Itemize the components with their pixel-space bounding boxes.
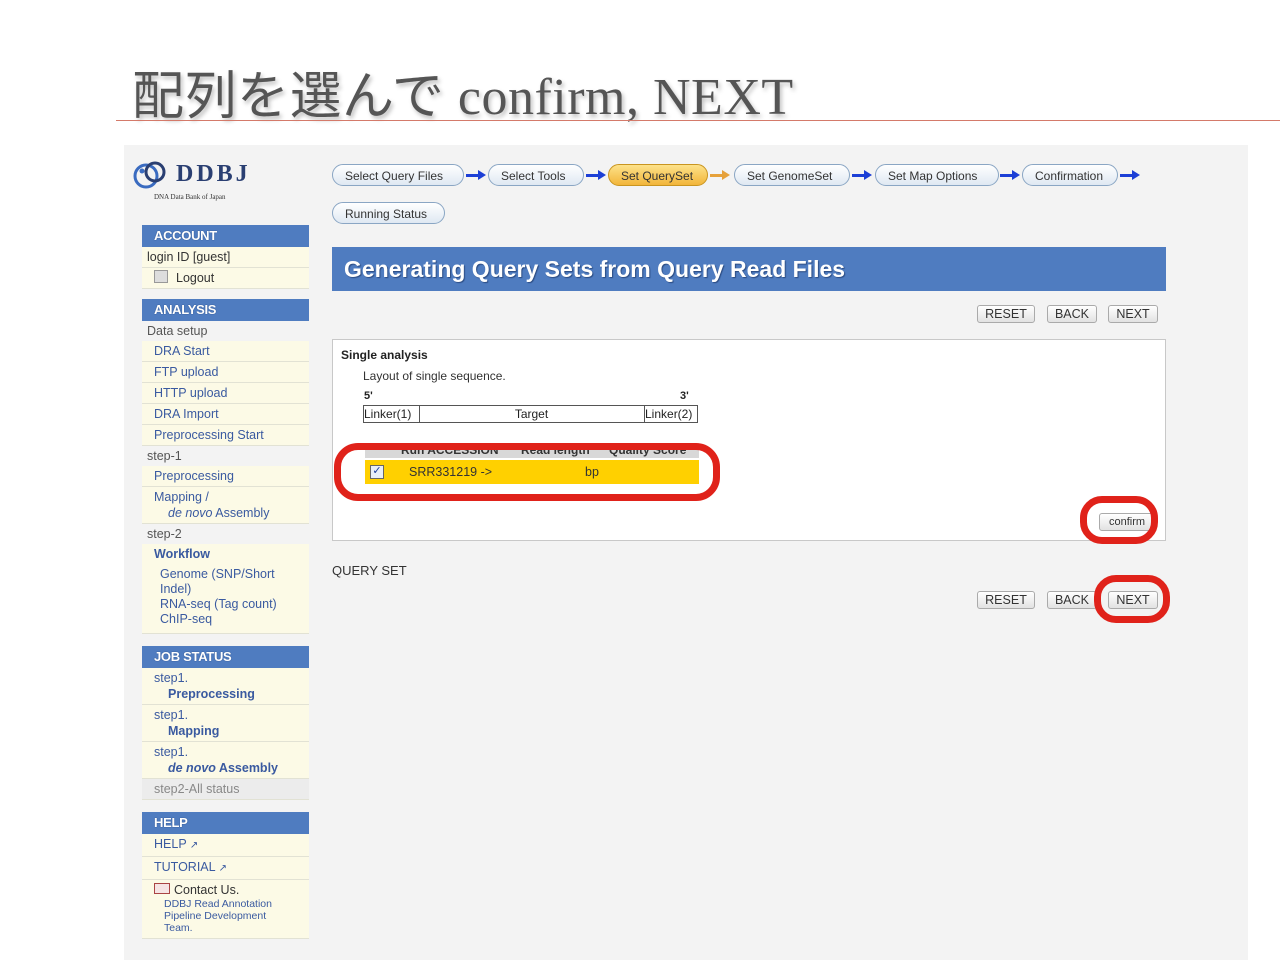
- slide-title: 配列を選んで confirm, NEXT: [132, 69, 794, 126]
- external-link-icon: ↗: [189, 840, 199, 851]
- job-status-mapping[interactable]: step1. Mapping: [142, 705, 309, 742]
- login-id: login ID [guest]: [142, 247, 309, 268]
- job-step: step1.: [154, 708, 189, 722]
- step-set-queryset[interactable]: Set QuerySet: [608, 164, 708, 186]
- sidebar-item-help[interactable]: HELP ↗: [142, 834, 309, 857]
- sidebar-item-dra-import[interactable]: DRA Import: [142, 404, 309, 425]
- query-set-label: QUERY SET: [332, 563, 407, 578]
- highlight-ring-confirm: [1080, 496, 1158, 544]
- step-arrow: [586, 170, 606, 180]
- mail-icon: [154, 883, 170, 894]
- linker1-label: Linker(1): [364, 406, 420, 422]
- job-step: step1.: [154, 671, 189, 685]
- step-running-status[interactable]: Running Status: [332, 202, 445, 224]
- sidebar-item-tutorial[interactable]: TUTORIAL ↗: [142, 857, 309, 880]
- step-2-label: step-2: [142, 524, 309, 544]
- sidebar-item-preprocessing-start[interactable]: Preprocessing Start: [142, 425, 309, 446]
- logo-subtitle: DNA Data Bank of Japan: [154, 193, 226, 201]
- step-arrow: [1000, 170, 1020, 180]
- step-select-query-files[interactable]: Select Query Files: [332, 164, 464, 186]
- sequence-layout: Linker(1) Target Linker(2): [363, 405, 698, 423]
- five-prime-label: 5': [364, 390, 373, 402]
- data-setup-label: Data setup: [142, 321, 309, 341]
- reset-button-bottom[interactable]: RESET: [977, 591, 1035, 609]
- job-denovo: de novo: [168, 761, 216, 775]
- help-heading: HELP: [142, 812, 309, 834]
- single-analysis-description: Layout of single sequence.: [363, 369, 506, 383]
- ddbj-logo-mark-icon: [133, 161, 166, 189]
- contact-team: DDBJ Read Annotation Pipeline Developmen…: [164, 898, 272, 934]
- reset-button[interactable]: RESET: [977, 305, 1035, 323]
- three-prime-label: 3': [680, 390, 689, 402]
- workflow-chipseq[interactable]: ChIP-seq: [154, 612, 309, 627]
- workflow-genome[interactable]: Genome (SNP/Short Indel): [154, 567, 309, 597]
- single-analysis-title: Single analysis: [341, 348, 428, 362]
- job-step: step1.: [154, 745, 189, 759]
- analysis-heading: ANALYSIS: [142, 299, 309, 321]
- sidebar-item-preprocessing[interactable]: Preprocessing: [142, 466, 309, 487]
- sidebar-item-workflow[interactable]: Workflow Genome (SNP/Short Indel) RNA-se…: [142, 544, 309, 634]
- job-assembly: Assembly: [215, 761, 278, 775]
- step-set-map-options[interactable]: Set Map Options: [875, 164, 999, 186]
- sidebar: ACCOUNT login ID [guest] Logout ANALYSIS…: [142, 225, 309, 939]
- sidebar-item-http-upload[interactable]: HTTP upload: [142, 383, 309, 404]
- ddbj-screenshot: DDBJ DNA Data Bank of Japan ACCOUNT logi…: [124, 145, 1248, 960]
- step-confirmation[interactable]: Confirmation: [1022, 164, 1118, 186]
- contact-label: Contact Us.: [174, 883, 240, 897]
- highlight-ring-next: [1094, 575, 1170, 623]
- mapping-assembly: Assembly: [212, 506, 270, 520]
- highlight-ring-row: [334, 443, 720, 501]
- single-analysis-panel: Single analysis Layout of single sequenc…: [332, 339, 1166, 541]
- step-set-genomeset[interactable]: Set GenomeSet: [734, 164, 850, 186]
- step-arrow: [852, 170, 872, 180]
- step-arrow: [1120, 170, 1140, 180]
- tutorial-label: TUTORIAL: [154, 860, 216, 874]
- help-label: HELP: [154, 837, 187, 851]
- mapping-label: Mapping /: [154, 490, 209, 504]
- job-status-all[interactable]: step2-All status: [142, 779, 309, 800]
- step-arrow-active: [710, 170, 730, 180]
- mapping-denovo: de novo: [168, 506, 213, 520]
- workflow-label: Workflow: [154, 547, 211, 561]
- step-arrow: [466, 170, 486, 180]
- linker2-label: Linker(2): [644, 406, 698, 422]
- job-status-preprocessing[interactable]: step1. Preprocessing: [142, 668, 309, 705]
- account-heading: ACCOUNT: [142, 225, 309, 247]
- sidebar-item-dra-start[interactable]: DRA Start: [142, 341, 309, 362]
- job-status-heading: JOB STATUS: [142, 646, 309, 668]
- sidebar-item-ftp-upload[interactable]: FTP upload: [142, 362, 309, 383]
- target-label: Target: [514, 407, 549, 421]
- external-link-icon: ↗: [218, 863, 227, 874]
- next-button[interactable]: NEXT: [1108, 305, 1158, 323]
- step-1-label: step-1: [142, 446, 309, 466]
- title-divider: [116, 120, 1280, 121]
- logout-icon: [154, 270, 168, 283]
- back-button-bottom[interactable]: BACK: [1047, 591, 1097, 609]
- back-button[interactable]: BACK: [1047, 305, 1097, 323]
- sidebar-item-mapping[interactable]: Mapping / de novo Assembly: [142, 487, 309, 524]
- logout-label: Logout: [176, 271, 215, 285]
- job-status-assembly[interactable]: step1. de novo Assembly: [142, 742, 309, 779]
- page-title: Generating Query Sets from Query Read Fi…: [332, 247, 1166, 291]
- job-name: Mapping: [168, 724, 220, 738]
- step-select-tools[interactable]: Select Tools: [488, 164, 584, 186]
- ddbj-logo[interactable]: DDBJ DNA Data Bank of Japan: [132, 157, 292, 207]
- workflow-rnaseq[interactable]: RNA-seq (Tag count): [154, 597, 309, 612]
- logout-link[interactable]: Logout: [142, 268, 309, 289]
- sidebar-item-contact[interactable]: Contact Us. DDBJ Read Annotation Pipelin…: [142, 880, 309, 939]
- job-name: Preprocessing: [168, 687, 255, 701]
- logo-text: DDBJ: [176, 161, 251, 187]
